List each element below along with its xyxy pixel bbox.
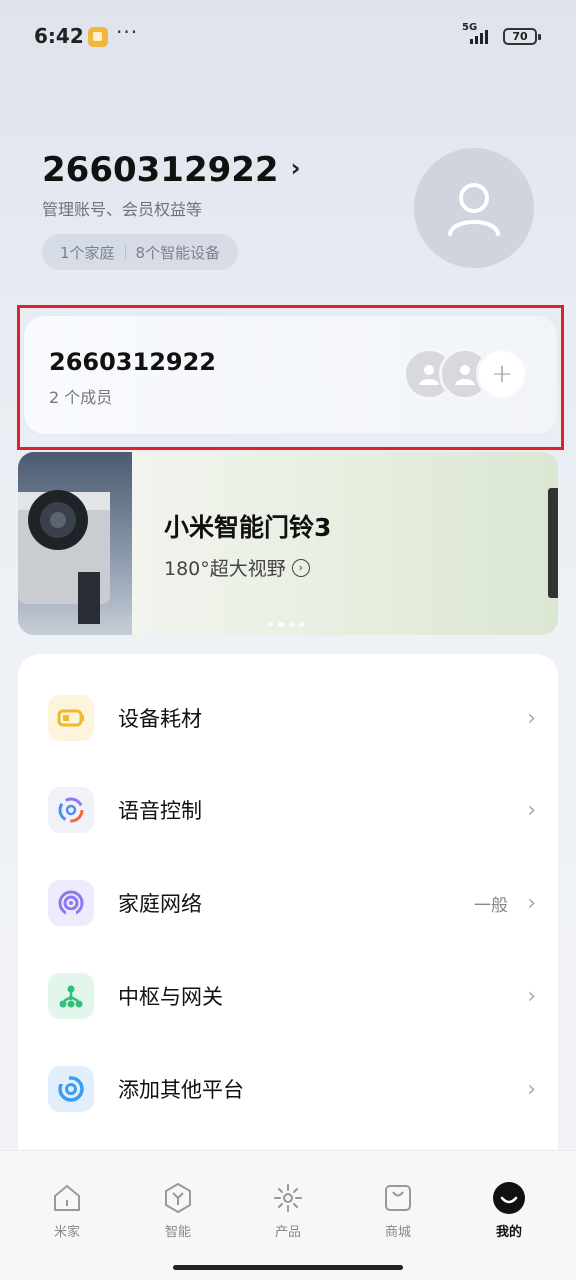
circle-arrow-icon: › <box>291 558 310 577</box>
battery-icon <box>48 695 94 741</box>
home-indicator <box>173 1265 403 1270</box>
status-more-icon: ··· <box>116 20 139 44</box>
product-icon <box>271 1181 305 1215</box>
menu-label: 语音控制 <box>118 799 202 823</box>
chevron-right-icon: › <box>527 1076 536 1102</box>
smart-icon <box>161 1181 195 1215</box>
menu-label: 家庭网络 <box>118 892 202 916</box>
chevron-right-icon: › <box>527 797 536 823</box>
chevron-right-icon: › <box>527 705 536 731</box>
doorbell-product-image <box>18 452 132 635</box>
status-time: 6:42 <box>34 24 84 48</box>
menu-item-other-platforms[interactable]: 添加其他平台 › <box>18 1043 558 1135</box>
highlight-frame <box>17 305 564 450</box>
notes-app-icon <box>88 27 108 47</box>
banner-title: 小米智能门铃3 <box>164 513 332 542</box>
network-status: 一般 <box>474 895 508 916</box>
tab-label: 米家 <box>53 1225 80 1240</box>
avatar[interactable] <box>414 148 534 268</box>
home-icon <box>50 1181 84 1215</box>
homes-count: 1个家庭 <box>60 243 115 262</box>
tab-label: 商城 <box>384 1225 411 1240</box>
chevron-right-icon: › <box>290 154 301 182</box>
tab-profile[interactable]: 我的 <box>469 1181 549 1240</box>
tab-label: 智能 <box>164 1225 191 1240</box>
cellular-signal-icon: 5G <box>462 22 496 46</box>
banner-subtitle-text: 180°超大视野 <box>164 558 286 580</box>
wifi-signal-icon <box>48 880 94 926</box>
platform-icon <box>48 1066 94 1112</box>
chevron-right-icon: › <box>527 983 536 1009</box>
menu-item-home-network[interactable]: 家庭网络 一般 › <box>18 857 558 949</box>
account-subtitle: 管理账号、会员权益等 <box>42 200 203 219</box>
tab-home[interactable]: 米家 <box>27 1181 107 1240</box>
account-id: 2660312922 <box>42 150 279 190</box>
shop-icon <box>381 1181 415 1215</box>
menu-label: 添加其他平台 <box>118 1078 244 1102</box>
profile-header[interactable]: 2660312922 › 管理账号、会员权益等 1个家庭 8个智能设备 <box>42 150 300 270</box>
user-icon <box>448 183 500 236</box>
device-edge-image <box>548 488 558 598</box>
tab-shop[interactable]: 商城 <box>358 1181 438 1240</box>
chevron-right-icon: › <box>527 890 536 916</box>
status-bar: 6:42 ··· 5G 70 <box>0 0 576 72</box>
banner-subtitle[interactable]: 180°超大视野 › <box>164 554 310 581</box>
tab-products[interactable]: 产品 <box>248 1181 328 1240</box>
promo-banner[interactable]: 小米智能门铃3 180°超大视野 › <box>18 452 558 635</box>
menu-item-voice-control[interactable]: 语音控制 › <box>18 764 558 856</box>
tab-label: 我的 <box>495 1225 522 1240</box>
hub-icon <box>48 973 94 1019</box>
battery-icon: 70 <box>503 28 541 45</box>
menu-item-consumables[interactable]: 设备耗材 › <box>18 672 558 764</box>
profile-icon <box>492 1181 526 1215</box>
account-stats[interactable]: 1个家庭 8个智能设备 <box>42 234 239 270</box>
bottom-tab-bar: 米家 智能 产品 商城 我的 <box>0 1150 576 1280</box>
menu-item-hub-gateway[interactable]: 中枢与网关 › <box>18 950 558 1042</box>
devices-count: 8个智能设备 <box>135 243 221 262</box>
carousel-indicator <box>268 622 304 627</box>
tab-smart[interactable]: 智能 <box>138 1181 218 1240</box>
voice-assistant-icon <box>48 787 94 833</box>
menu-label: 中枢与网关 <box>118 985 223 1009</box>
menu-label: 设备耗材 <box>118 707 202 731</box>
divider <box>124 245 126 259</box>
tab-label: 产品 <box>274 1225 301 1240</box>
account-row[interactable]: 2660312922 › <box>42 150 300 190</box>
settings-menu: 设备耗材 › 语音控制 › 家庭网络 一般 › 中枢与网关 › 添加其他平台 › <box>18 654 558 1174</box>
